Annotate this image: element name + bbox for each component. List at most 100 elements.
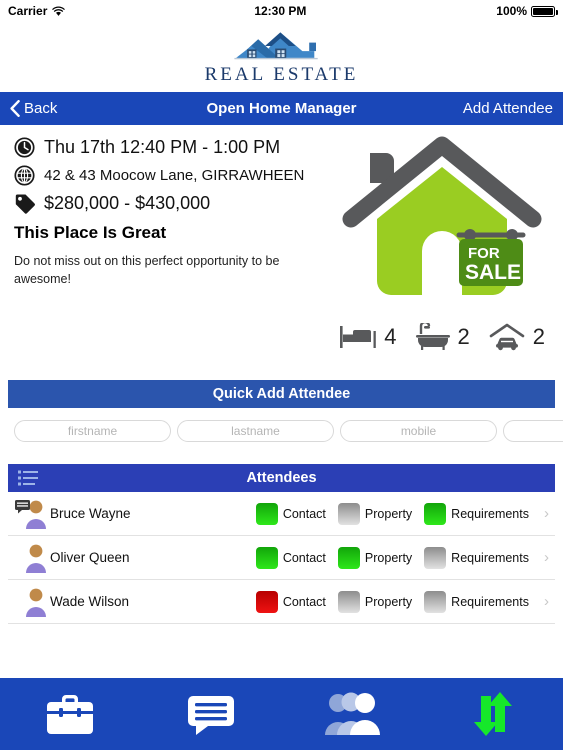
people-group-icon (324, 692, 380, 735)
status-label: Requirements (451, 550, 529, 565)
table-row[interactable]: Bruce Wayne Contact Property Requirement… (8, 492, 555, 536)
attendee-statuses: Contact Property Requirements (247, 590, 555, 613)
tab-sync[interactable] (422, 690, 563, 738)
status-property[interactable]: Property (337, 590, 413, 613)
sign-for-text: FOR (468, 245, 500, 262)
back-button[interactable]: Back (10, 100, 57, 117)
status-label: Contact (282, 594, 326, 609)
house-for-sale-icon: FOR SALE (342, 136, 542, 295)
property-amenities: 4 2 2 (325, 323, 545, 351)
status-badge (424, 502, 447, 525)
status-requirements[interactable]: Requirements (424, 546, 529, 569)
avatar (14, 587, 50, 617)
amenity-parking: 2 (488, 323, 545, 351)
globe-icon (14, 165, 44, 186)
mobile-input[interactable] (340, 420, 497, 442)
garage-car-icon (489, 323, 525, 351)
chevron-right-icon: › (544, 505, 549, 522)
property-details: Thu 17th 12:40 PM - 1:00 PM 42 & 43 Mooc… (0, 125, 563, 380)
property-price: $280,000 - $430,000 (44, 193, 211, 213)
email-input[interactable] (503, 420, 563, 442)
attendees-header: Attendees (8, 464, 555, 492)
chevron-right-icon: › (544, 549, 549, 566)
bed-icon (340, 326, 377, 348)
sign-sale-text: SALE (465, 261, 521, 284)
attendee-statuses: Contact Property Requirements (247, 502, 555, 525)
firstname-input[interactable] (14, 420, 171, 442)
status-badge (337, 590, 360, 613)
property-price-row: $280,000 - $430,000 (14, 193, 330, 214)
amenity-parking-value: 2 (532, 324, 545, 349)
status-contact[interactable]: Contact (255, 590, 326, 613)
app-logo: REAL ESTATE (0, 22, 563, 92)
avatar (14, 499, 50, 529)
status-bar: Carrier 12:30 PM 100% (0, 0, 563, 22)
wifi-icon (52, 6, 66, 16)
add-attendee-button[interactable]: Add Attendee (463, 100, 553, 117)
status-requirements[interactable]: Requirements (424, 502, 529, 525)
tab-messages[interactable] (141, 690, 282, 738)
table-row[interactable]: Wade Wilson Contact Property Requirement… (8, 580, 555, 624)
carrier-label: Carrier (8, 4, 48, 18)
amenity-bedrooms-value: 4 (384, 324, 397, 349)
status-bar-right: 100% (496, 4, 558, 18)
logo-text: REAL ESTATE (204, 63, 359, 85)
attendees-header-label: Attendees (246, 470, 317, 486)
status-label: Requirements (451, 594, 529, 609)
attendee-name: Oliver Queen (50, 550, 130, 565)
status-contact[interactable]: Contact (255, 502, 326, 525)
briefcase-icon (47, 695, 94, 734)
status-badge (255, 590, 278, 613)
back-label: Back (24, 100, 58, 117)
status-badge (255, 546, 278, 569)
status-label: Property (364, 506, 413, 521)
attendees-list: Bruce Wayne Contact Property Requirement… (8, 492, 555, 624)
property-info: Thu 17th 12:40 PM - 1:00 PM 42 & 43 Mooc… (0, 137, 330, 380)
tab-portfolio[interactable] (0, 689, 141, 739)
battery-percent-label: 100% (496, 4, 527, 18)
status-contact[interactable]: Contact (255, 546, 326, 569)
bathtub-icon (415, 323, 450, 350)
attendee-name: Wade Wilson (50, 594, 130, 609)
status-label: Requirements (451, 506, 529, 521)
avatar (14, 543, 50, 573)
speech-bubble-icon (188, 696, 235, 735)
sync-arrows-icon (473, 692, 512, 736)
status-label: Property (364, 594, 413, 609)
amenity-bedrooms: 4 (339, 324, 397, 350)
navigation-bar: Back Open Home Manager Add Attendee (0, 92, 563, 125)
property-address: 42 & 43 Moocow Lane, GIRRAWHEEN (44, 167, 305, 184)
status-badge (424, 590, 447, 613)
property-time: Thu 17th 12:40 PM - 1:00 PM (44, 137, 281, 157)
real-estate-rooftops-icon (233, 31, 318, 59)
status-bar-time: 12:30 PM (254, 4, 307, 18)
list-icon (18, 470, 38, 486)
speech-bubble-icon (15, 499, 30, 513)
status-property[interactable]: Property (337, 546, 413, 569)
status-badge (255, 502, 278, 525)
property-time-row: Thu 17th 12:40 PM - 1:00 PM (14, 137, 330, 158)
status-requirements[interactable]: Requirements (424, 590, 529, 613)
status-property[interactable]: Property (337, 502, 413, 525)
attendee-statuses: Contact Property Requirements (247, 546, 555, 569)
main-content: Thu 17th 12:40 PM - 1:00 PM 42 & 43 Mooc… (0, 125, 563, 624)
table-row[interactable]: Oliver Queen Contact Property Requiremen… (8, 536, 555, 580)
price-tag-icon (14, 193, 44, 214)
clock-icon (14, 137, 44, 158)
status-badge (337, 502, 360, 525)
status-label: Contact (282, 506, 326, 521)
property-image: FOR SALE (327, 131, 557, 316)
status-badge (337, 546, 360, 569)
amenity-bathrooms-value: 2 (457, 324, 470, 349)
amenity-bathrooms: 2 (415, 323, 470, 351)
tab-bar (0, 678, 563, 750)
chevron-left-icon (10, 100, 20, 117)
chevron-right-icon: › (544, 593, 549, 610)
tab-contacts[interactable] (282, 691, 423, 737)
quick-add-form (0, 408, 563, 454)
property-address-row: 42 & 43 Moocow Lane, GIRRAWHEEN (14, 165, 330, 186)
quick-add-header: Quick Add Attendee (8, 380, 555, 408)
status-label: Property (364, 550, 413, 565)
lastname-input[interactable] (177, 420, 334, 442)
status-label: Contact (282, 550, 326, 565)
